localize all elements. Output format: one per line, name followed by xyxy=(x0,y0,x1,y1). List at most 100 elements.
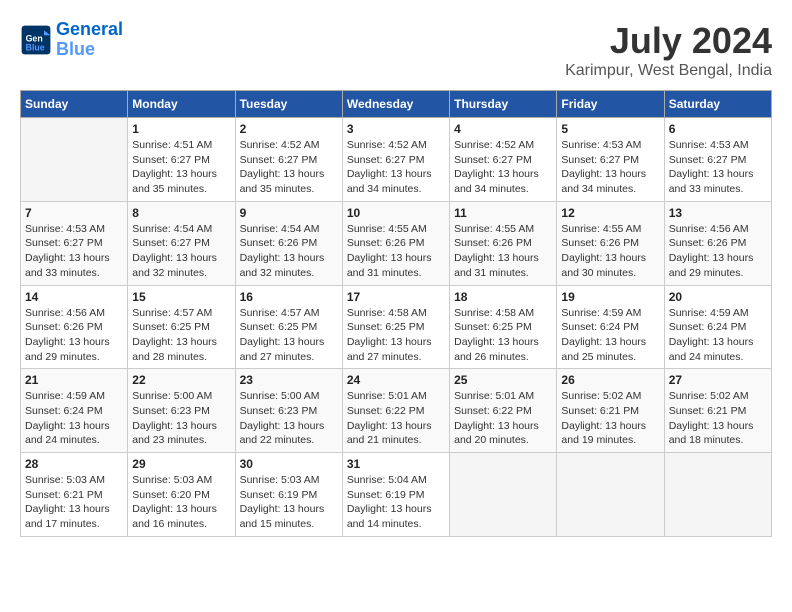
day-info: Sunrise: 5:02 AM Sunset: 6:21 PM Dayligh… xyxy=(669,389,767,448)
day-number: 26 xyxy=(561,373,659,387)
day-info: Sunrise: 4:59 AM Sunset: 6:24 PM Dayligh… xyxy=(669,306,767,365)
calendar-cell: 12 Sunrise: 4:55 AM Sunset: 6:26 PM Dayli… xyxy=(557,201,664,285)
day-info: Sunrise: 5:00 AM Sunset: 6:23 PM Dayligh… xyxy=(240,389,338,448)
day-info: Sunrise: 4:53 AM Sunset: 6:27 PM Dayligh… xyxy=(25,222,123,281)
calendar-cell: 13Sunrise: 4:56 AM Sunset: 6:26 PM Dayli… xyxy=(664,201,771,285)
day-info: Sunrise: 4:57 AM Sunset: 6:25 PM Dayligh… xyxy=(240,306,338,365)
day-number: 7 xyxy=(25,206,123,220)
day-number: 31 xyxy=(347,457,445,471)
calendar-cell: 16Sunrise: 4:57 AM Sunset: 6:25 PM Dayli… xyxy=(235,285,342,369)
calendar-cell: 24 Sunrise: 5:01 AM Sunset: 6:22 PM Dayli… xyxy=(342,369,449,453)
calendar-cell: 6 Sunrise: 4:53 AM Sunset: 6:27 PM Daylig… xyxy=(664,118,771,202)
calendar-cell: 11Sunrise: 4:55 AM Sunset: 6:26 PM Dayli… xyxy=(450,201,557,285)
calendar-cell: 2 Sunrise: 4:52 AM Sunset: 6:27 PM Daylig… xyxy=(235,118,342,202)
day-info: Sunrise: 5:02 AM Sunset: 6:21 PM Dayligh… xyxy=(561,389,659,448)
day-info: Sunrise: 4:55 AM Sunset: 6:26 PM Dayligh… xyxy=(347,222,445,281)
day-number: 14 xyxy=(25,290,123,304)
main-title: July 2024 xyxy=(565,20,772,62)
weekday-header: Friday xyxy=(557,91,664,118)
day-number: 22 xyxy=(132,373,230,387)
calendar-cell: 21Sunrise: 4:59 AM Sunset: 6:24 PM Dayli… xyxy=(21,369,128,453)
day-number: 9 xyxy=(240,206,338,220)
day-number: 24 xyxy=(347,373,445,387)
day-number: 10 xyxy=(347,206,445,220)
calendar-cell: 9Sunrise: 4:54 AM Sunset: 6:26 PM Daylig… xyxy=(235,201,342,285)
logo-icon: Gen Blue xyxy=(20,24,52,56)
svg-text:Blue: Blue xyxy=(26,42,45,52)
day-info: Sunrise: 5:01 AM Sunset: 6:22 PM Dayligh… xyxy=(347,389,445,448)
day-info: Sunrise: 5:03 AM Sunset: 6:21 PM Dayligh… xyxy=(25,473,123,532)
day-number: 3 xyxy=(347,122,445,136)
day-number: 23 xyxy=(240,373,338,387)
day-info: Sunrise: 4:59 AM Sunset: 6:24 PM Dayligh… xyxy=(561,306,659,365)
calendar-cell: 22 Sunrise: 5:00 AM Sunset: 6:23 PM Dayli… xyxy=(128,369,235,453)
calendar-cell: 14 Sunrise: 4:56 AM Sunset: 6:26 PM Dayli… xyxy=(21,285,128,369)
logo: Gen Blue GeneralBlue xyxy=(20,20,123,60)
calendar-cell xyxy=(450,453,557,537)
day-info: Sunrise: 4:53 AM Sunset: 6:27 PM Dayligh… xyxy=(669,138,767,197)
weekday-header: Monday xyxy=(128,91,235,118)
day-number: 4 xyxy=(454,122,552,136)
weekday-header: Saturday xyxy=(664,91,771,118)
calendar-week-row: 14 Sunrise: 4:56 AM Sunset: 6:26 PM Dayli… xyxy=(21,285,772,369)
weekday-header: Wednesday xyxy=(342,91,449,118)
day-number: 28 xyxy=(25,457,123,471)
calendar-cell: 17 Sunrise: 4:58 AM Sunset: 6:25 PM Dayli… xyxy=(342,285,449,369)
day-info: Sunrise: 4:58 AM Sunset: 6:25 PM Dayligh… xyxy=(454,306,552,365)
day-info: Sunrise: 4:56 AM Sunset: 6:26 PM Dayligh… xyxy=(669,222,767,281)
day-number: 20 xyxy=(669,290,767,304)
weekday-header: Tuesday xyxy=(235,91,342,118)
calendar-cell: 29 Sunrise: 5:03 AM Sunset: 6:20 PM Dayli… xyxy=(128,453,235,537)
day-info: Sunrise: 4:53 AM Sunset: 6:27 PM Dayligh… xyxy=(561,138,659,197)
day-info: Sunrise: 4:55 AM Sunset: 6:26 PM Dayligh… xyxy=(454,222,552,281)
day-info: Sunrise: 4:56 AM Sunset: 6:26 PM Dayligh… xyxy=(25,306,123,365)
day-number: 18 xyxy=(454,290,552,304)
calendar-cell xyxy=(21,118,128,202)
title-area: July 2024 Karimpur, West Bengal, India xyxy=(565,20,772,80)
day-info: Sunrise: 4:57 AM Sunset: 6:25 PM Dayligh… xyxy=(132,306,230,365)
day-number: 19 xyxy=(561,290,659,304)
calendar-table: SundayMondayTuesdayWednesdayThursdayFrid… xyxy=(20,90,772,537)
day-number: 12 xyxy=(561,206,659,220)
day-info: Sunrise: 5:04 AM Sunset: 6:19 PM Dayligh… xyxy=(347,473,445,532)
calendar-cell: 1 Sunrise: 4:51 AM Sunset: 6:27 PM Daylig… xyxy=(128,118,235,202)
calendar-cell: 26 Sunrise: 5:02 AM Sunset: 6:21 PM Dayli… xyxy=(557,369,664,453)
day-info: Sunrise: 4:54 AM Sunset: 6:27 PM Dayligh… xyxy=(132,222,230,281)
day-number: 25 xyxy=(454,373,552,387)
day-number: 29 xyxy=(132,457,230,471)
calendar-cell: 30 Sunrise: 5:03 AM Sunset: 6:19 PM Dayli… xyxy=(235,453,342,537)
subtitle: Karimpur, West Bengal, India xyxy=(565,62,772,80)
calendar-cell: 10 Sunrise: 4:55 AM Sunset: 6:26 PM Dayli… xyxy=(342,201,449,285)
day-info: Sunrise: 4:52 AM Sunset: 6:27 PM Dayligh… xyxy=(240,138,338,197)
day-info: Sunrise: 4:58 AM Sunset: 6:25 PM Dayligh… xyxy=(347,306,445,365)
day-number: 30 xyxy=(240,457,338,471)
calendar-week-row: 7 Sunrise: 4:53 AM Sunset: 6:27 PM Daylig… xyxy=(21,201,772,285)
calendar-cell: 3Sunrise: 4:52 AM Sunset: 6:27 PM Daylig… xyxy=(342,118,449,202)
day-info: Sunrise: 4:51 AM Sunset: 6:27 PM Dayligh… xyxy=(132,138,230,197)
day-number: 6 xyxy=(669,122,767,136)
day-number: 17 xyxy=(347,290,445,304)
logo-text: GeneralBlue xyxy=(56,20,123,60)
day-number: 27 xyxy=(669,373,767,387)
day-number: 15 xyxy=(132,290,230,304)
calendar-cell: 4 Sunrise: 4:52 AM Sunset: 6:27 PM Daylig… xyxy=(450,118,557,202)
day-number: 5 xyxy=(561,122,659,136)
day-info: Sunrise: 5:03 AM Sunset: 6:19 PM Dayligh… xyxy=(240,473,338,532)
calendar-cell: 28 Sunrise: 5:03 AM Sunset: 6:21 PM Dayli… xyxy=(21,453,128,537)
day-info: Sunrise: 5:03 AM Sunset: 6:20 PM Dayligh… xyxy=(132,473,230,532)
calendar-cell xyxy=(557,453,664,537)
day-number: 2 xyxy=(240,122,338,136)
day-number: 21 xyxy=(25,373,123,387)
calendar-week-row: 1 Sunrise: 4:51 AM Sunset: 6:27 PM Daylig… xyxy=(21,118,772,202)
weekday-header: Sunday xyxy=(21,91,128,118)
calendar-cell xyxy=(664,453,771,537)
day-number: 8 xyxy=(132,206,230,220)
day-info: Sunrise: 5:00 AM Sunset: 6:23 PM Dayligh… xyxy=(132,389,230,448)
weekday-header: Thursday xyxy=(450,91,557,118)
day-info: Sunrise: 4:52 AM Sunset: 6:27 PM Dayligh… xyxy=(454,138,552,197)
day-info: Sunrise: 4:55 AM Sunset: 6:26 PM Dayligh… xyxy=(561,222,659,281)
day-number: 1 xyxy=(132,122,230,136)
calendar-cell: 27 Sunrise: 5:02 AM Sunset: 6:21 PM Dayli… xyxy=(664,369,771,453)
calendar-cell: 25Sunrise: 5:01 AM Sunset: 6:22 PM Dayli… xyxy=(450,369,557,453)
header: Gen Blue GeneralBlue July 2024 Karimpur,… xyxy=(20,20,772,80)
